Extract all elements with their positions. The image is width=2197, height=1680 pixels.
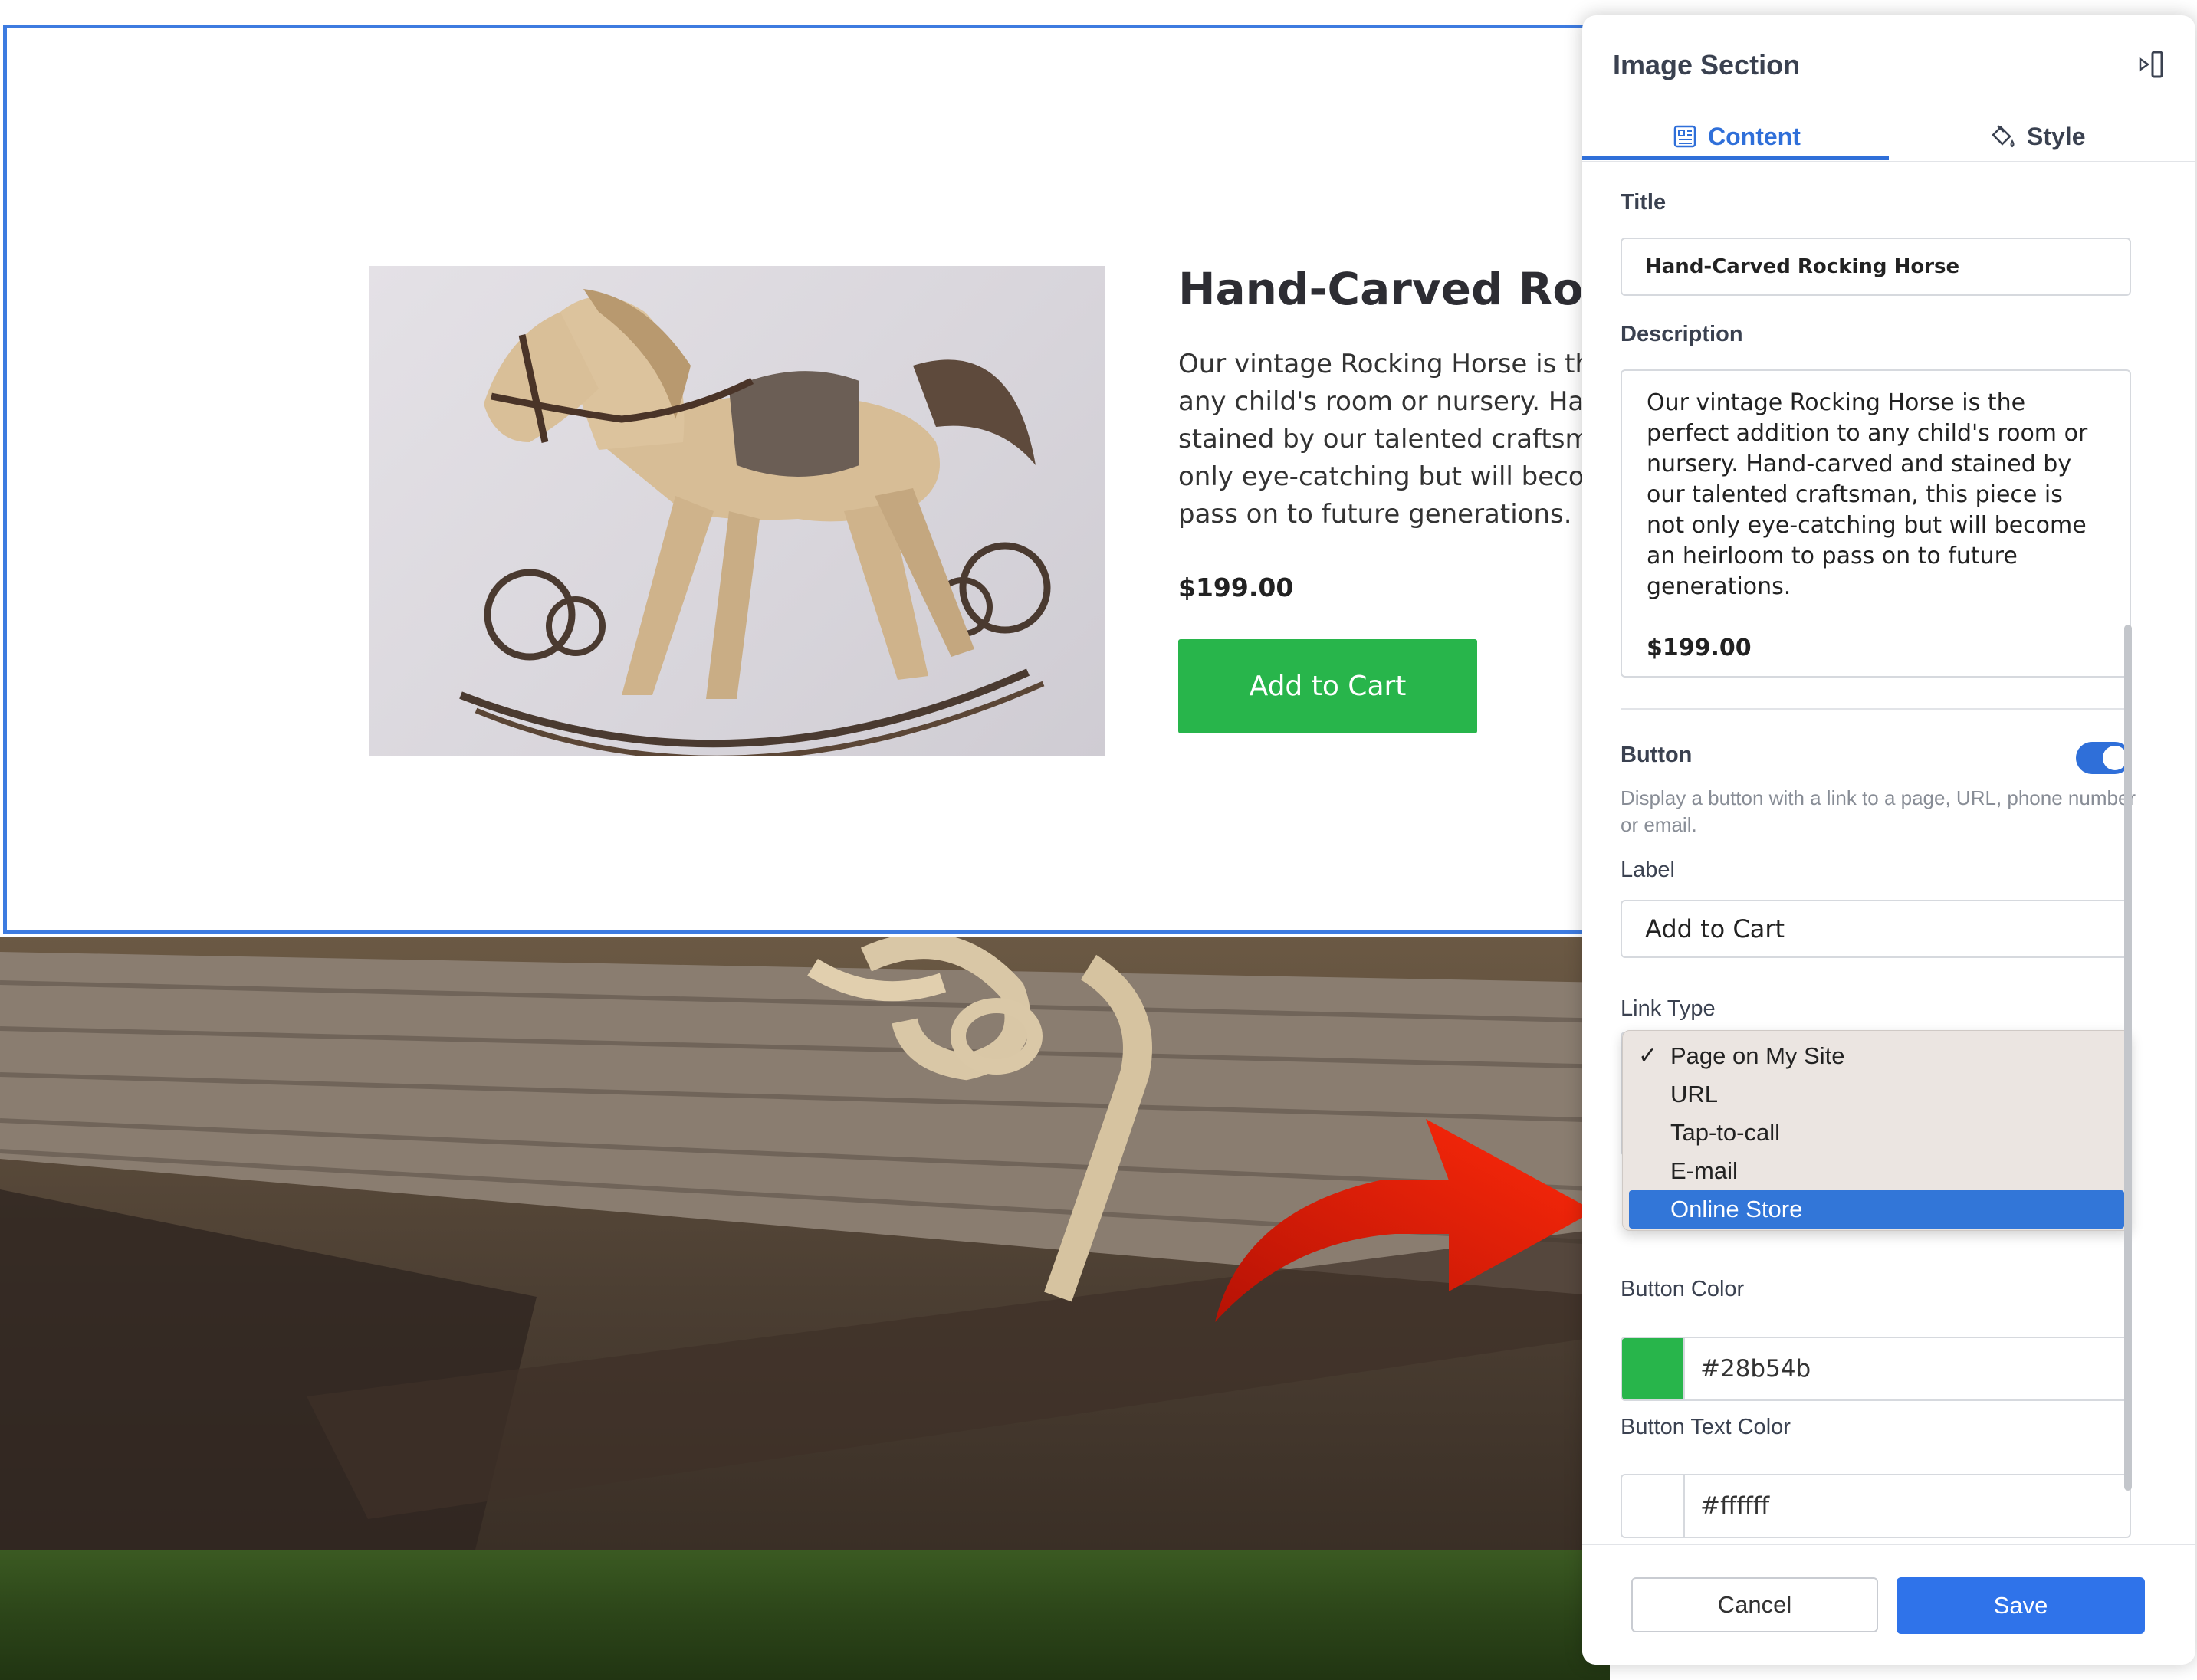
button-color-field[interactable]: #28b54b bbox=[1621, 1337, 2131, 1401]
option-label: URL bbox=[1670, 1081, 1719, 1107]
save-button[interactable]: Save bbox=[1897, 1577, 2145, 1634]
link-type-option[interactable]: E-mail bbox=[1629, 1152, 2124, 1190]
paint-bucket-icon bbox=[1992, 125, 2015, 148]
checkmark-icon: ✓ bbox=[1638, 1043, 1658, 1068]
button-text-color-field[interactable]: #ffffff bbox=[1621, 1474, 2131, 1538]
button-help-text: Display a button with a link to a page, … bbox=[1621, 786, 2136, 836]
button-text-color-swatch[interactable] bbox=[1622, 1475, 1685, 1537]
content-icon bbox=[1673, 125, 1696, 148]
link-type-option[interactable]: ✓ Page on My Site bbox=[1629, 1037, 2124, 1075]
option-label: Online Store bbox=[1670, 1196, 1803, 1222]
product-price: $199.00 bbox=[1178, 573, 1294, 602]
image-section-panel: Image Section Content Style Title Hand-C… bbox=[1582, 15, 2195, 1665]
button-color-label: Button Color bbox=[1621, 1277, 1745, 1301]
title-label: Title bbox=[1621, 190, 1667, 215]
title-input[interactable]: Hand-Carved Rocking Horse bbox=[1621, 238, 2131, 296]
link-type-dropdown[interactable]: ✓ Page on My Site URL Tap-to-call E-mail… bbox=[1622, 1030, 2131, 1231]
option-label: E-mail bbox=[1670, 1157, 1738, 1184]
button-text-color-value[interactable]: #ffffff bbox=[1700, 1475, 1769, 1537]
panel-content: Title Hand-Carved Rocking Horse Descript… bbox=[1582, 162, 2195, 1542]
description-text: Our vintage Rocking Horse is the perfect… bbox=[1647, 389, 2088, 600]
tab-style[interactable]: Style bbox=[1988, 113, 2085, 159]
image-section-preview[interactable]: Hand-Carved Rock Our vintage Rocking Hor… bbox=[3, 25, 1639, 934]
description-price: $199.00 bbox=[1647, 635, 1752, 661]
label-label: Label bbox=[1621, 858, 1675, 882]
add-to-cart-button[interactable]: Add to Cart bbox=[1178, 639, 1477, 733]
label-input[interactable]: Add to Cart bbox=[1621, 900, 2131, 958]
tab-content-label: Content bbox=[1708, 122, 1801, 150]
grass-background-image bbox=[0, 1550, 1610, 1680]
link-type-option-highlighted[interactable]: Online Store bbox=[1629, 1190, 2124, 1229]
option-label: Tap-to-call bbox=[1670, 1119, 1780, 1146]
description-label: Description bbox=[1621, 322, 1743, 346]
link-type-label: Link Type bbox=[1621, 996, 1716, 1021]
tab-style-label: Style bbox=[2027, 122, 2086, 150]
button-toggle[interactable] bbox=[2076, 742, 2131, 774]
button-color-value[interactable]: #28b54b bbox=[1700, 1338, 1811, 1399]
link-type-option[interactable]: Tap-to-call bbox=[1629, 1114, 2124, 1152]
section-divider bbox=[1621, 708, 2131, 710]
option-label: Page on My Site bbox=[1670, 1042, 1845, 1069]
panel-scrollbar[interactable] bbox=[2124, 625, 2132, 1491]
button-color-swatch[interactable] bbox=[1622, 1338, 1685, 1399]
active-tab-indicator bbox=[1582, 156, 1889, 160]
tab-content[interactable]: Content bbox=[1673, 113, 1801, 159]
description-editor[interactable]: Our vintage Rocking Horse is the perfect… bbox=[1621, 369, 2131, 678]
red-arrow-annotation bbox=[1215, 1119, 1594, 1322]
rocking-horse-image bbox=[369, 266, 1105, 756]
cancel-button[interactable]: Cancel bbox=[1631, 1577, 1878, 1632]
collapse-panel-icon[interactable] bbox=[2136, 49, 2166, 80]
link-type-option[interactable]: URL bbox=[1629, 1075, 2124, 1114]
panel-header: Image Section Content Style bbox=[1582, 15, 2195, 162]
panel-title: Image Section bbox=[1613, 49, 1801, 80]
button-text-color-label: Button Text Color bbox=[1621, 1415, 1791, 1439]
product-title: Hand-Carved Rock bbox=[1178, 263, 1640, 315]
button-heading: Button bbox=[1621, 743, 1693, 767]
panel-footer: Cancel Save bbox=[1582, 1544, 2195, 1665]
